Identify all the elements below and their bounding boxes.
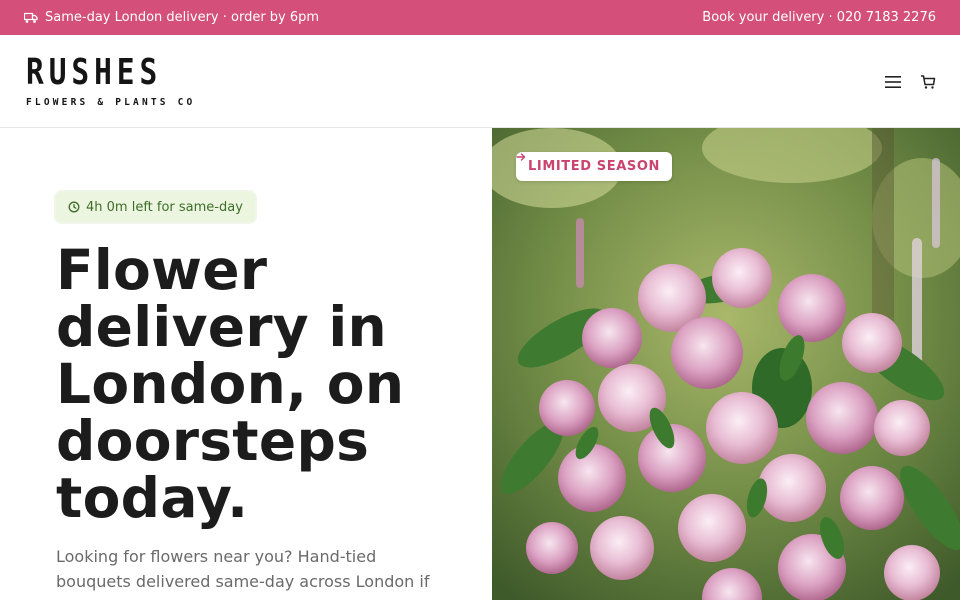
site-header: RUSHES FLOWERS & PLANTS CO	[0, 35, 960, 128]
hero-content: 4h 0m left for same-day Flower delivery …	[0, 128, 492, 600]
peony-bouquet-image	[492, 128, 960, 600]
delivery-notice-text: Same-day London delivery · order by 6pm	[45, 10, 320, 25]
hero-headline: Flower delivery in London, on doorsteps …	[56, 238, 405, 530]
hero-image: LIMITED SEASON	[492, 128, 960, 600]
same-day-timer: 4h 0m left for same-day	[56, 192, 255, 222]
header-actions	[884, 74, 936, 90]
logo-wordmark: RUSHES	[26, 51, 163, 93]
brand-logo[interactable]: RUSHES FLOWERS & PLANTS CO	[26, 51, 196, 108]
limited-season-badge[interactable]: LIMITED SEASON	[516, 152, 672, 181]
book-delivery-link[interactable]: Book your delivery · 020 7183 2276	[702, 10, 936, 25]
season-badge-label: LIMITED SEASON	[528, 159, 660, 174]
truck-icon	[24, 12, 38, 23]
cart-icon[interactable]	[920, 74, 936, 90]
hero-subcopy: Looking for flowers near you? Hand-tied …	[56, 547, 430, 591]
menu-icon[interactable]	[884, 75, 902, 89]
timer-text: 4h 0m left for same-day	[86, 199, 243, 215]
clock-icon	[68, 201, 80, 213]
delivery-notice: Same-day London delivery · order by 6pm	[24, 10, 319, 25]
logo-tagline: FLOWERS & PLANTS CO	[26, 96, 196, 108]
arrow-right-icon	[516, 153, 526, 161]
announcement-bar: Same-day London delivery · order by 6pm …	[0, 0, 960, 35]
